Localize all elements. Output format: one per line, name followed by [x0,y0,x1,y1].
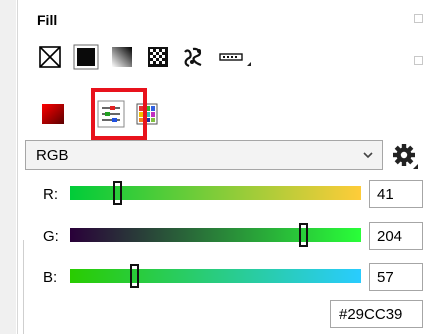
hex-value-input[interactable]: #29CC39 [330,300,423,328]
red-value-input[interactable]: 41 [369,180,423,208]
green-channel-label: G: [43,228,59,245]
no-fill-icon[interactable] [37,44,63,70]
fill-panel: Fill RGB R: 41 G: 204 B: 57 #29CC39 [25,0,439,334]
gear-icon[interactable] [391,142,419,170]
docker-divider [17,0,18,334]
blue-channel-label: B: [43,269,58,286]
color-model-value: RGB [36,147,69,164]
chevron-down-icon [363,152,373,159]
green-slider-thumb[interactable] [299,223,308,247]
texture-fill-icon[interactable] [181,44,207,70]
fountain-fill-icon[interactable] [109,44,135,70]
selected-mode-highlight [91,88,147,140]
fill-type-toolbar [37,44,297,74]
docker-left-edge [0,0,24,334]
fill-section-title: Fill [37,12,58,28]
fill-type-option-box[interactable] [414,56,423,65]
postscript-fill-icon[interactable] [217,44,257,70]
pattern-fill-icon[interactable] [145,44,171,70]
color-model-select[interactable]: RGB [25,140,383,170]
blue-channel-slider[interactable] [70,264,361,288]
color-viewers-icon[interactable] [39,100,67,128]
section-collapse-box[interactable] [414,14,423,23]
docker-divider-lower [23,240,24,334]
uniform-fill-icon[interactable] [73,44,99,70]
red-slider-thumb[interactable] [113,181,122,205]
blue-slider-thumb[interactable] [130,264,139,288]
red-channel-slider[interactable] [70,181,361,205]
green-channel-slider[interactable] [70,223,361,247]
green-value-input[interactable]: 204 [369,222,423,250]
red-channel-label: R: [43,186,58,203]
blue-value-input[interactable]: 57 [369,263,423,291]
